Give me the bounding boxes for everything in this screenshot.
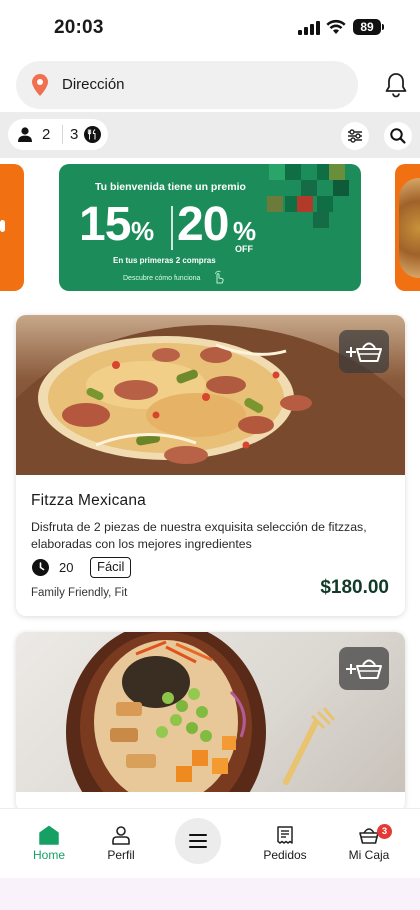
hamburger-icon: [189, 834, 207, 848]
promo-card-next[interactable]: [395, 164, 420, 291]
nav-orders[interactable]: Pedidos: [258, 825, 312, 862]
nav-profile-label: Perfil: [107, 848, 135, 862]
nav-home-label: Home: [32, 848, 65, 862]
nav-home[interactable]: Home: [28, 825, 70, 862]
add-to-box-button[interactable]: [339, 330, 389, 373]
profile-icon: [112, 826, 130, 845]
address-placeholder: Dirección: [62, 76, 125, 93]
home-indicator-area: [0, 878, 420, 910]
status-bar: 20:03 89: [0, 0, 420, 56]
promo-card-previous[interactable]: [0, 164, 24, 291]
promo-subtitle: En tus primeras 2 compras: [113, 256, 216, 265]
promo-pattern-tile: [329, 164, 345, 180]
address-field[interactable]: Dirección: [16, 61, 358, 109]
adults-count: 2: [42, 126, 51, 143]
add-to-box-button[interactable]: [339, 647, 389, 690]
promo-pattern-tile: [269, 164, 285, 180]
kids-count: 3: [70, 126, 79, 143]
utensils-icon: [84, 126, 101, 143]
product-description: Disfruta de 2 piezas de nuestra exquisit…: [31, 520, 367, 551]
clock-icon: [32, 559, 49, 576]
promo-first-discount: 15: [79, 198, 131, 251]
tap-hand-icon: [215, 270, 224, 284]
pill-divider: [62, 125, 63, 144]
promo-title: Tu bienvenida tiene un premio: [95, 181, 246, 193]
promo-dot: [0, 220, 5, 232]
promo-first-percent: %: [131, 216, 155, 246]
promo-pattern-tile: [297, 196, 313, 212]
nav-orders-label: Pedidos: [263, 848, 307, 862]
bell-icon[interactable]: [384, 72, 408, 98]
promo-pattern-tile: [301, 180, 317, 196]
promo-banner[interactable]: Tu bienvenida tiene un premio 15 % 20 % …: [59, 164, 361, 291]
search-button[interactable]: [384, 122, 412, 150]
box-count-badge: 3: [377, 824, 392, 839]
menu-button[interactable]: [175, 818, 221, 864]
promo-second-discount: 20: [177, 198, 229, 251]
prep-time: 20: [59, 560, 74, 575]
basket-icon: [359, 828, 379, 844]
promo-pattern-tile: [333, 180, 349, 196]
product-price: $180.00: [320, 577, 389, 598]
nav-my-box-label: Mi Caja: [348, 848, 390, 862]
product-title: Fitzza Mexicana: [31, 492, 146, 509]
signal-icon: [298, 21, 320, 35]
guests-selector[interactable]: 2 3: [8, 119, 108, 150]
promo-off-label: OFF: [235, 244, 253, 254]
wifi-icon: [326, 19, 346, 34]
filter-button[interactable]: [341, 122, 369, 150]
promo-link[interactable]: Descubre cómo funciona: [123, 275, 200, 282]
receipt-icon: [277, 826, 293, 844]
product-tags: Family Friendly, Fit: [31, 587, 128, 599]
add-basket-icon: [346, 342, 382, 362]
product-card[interactable]: [16, 632, 405, 812]
status-time: 20:03: [54, 17, 104, 38]
promo-pattern-tile: [317, 196, 333, 212]
promo-pattern-tile: [285, 164, 301, 180]
nav-profile[interactable]: Perfil: [100, 825, 142, 862]
promo-food-image: [399, 178, 420, 278]
add-basket-icon: [346, 659, 382, 679]
search-icon: [390, 128, 406, 144]
sliders-icon: [348, 129, 362, 143]
home-icon: [39, 825, 59, 845]
promo-pattern-tile: [313, 212, 329, 228]
promo-second-percent: %: [233, 216, 257, 246]
person-icon: [18, 127, 32, 142]
battery-indicator: 89: [353, 19, 384, 35]
promo-pattern-tile: [267, 196, 283, 212]
product-card[interactable]: Fitzza Mexicana Disfruta de 2 piezas de …: [16, 315, 405, 616]
difficulty-badge: Fácil: [90, 557, 132, 578]
location-pin-icon: [32, 74, 48, 96]
promo-separator: [171, 206, 173, 250]
